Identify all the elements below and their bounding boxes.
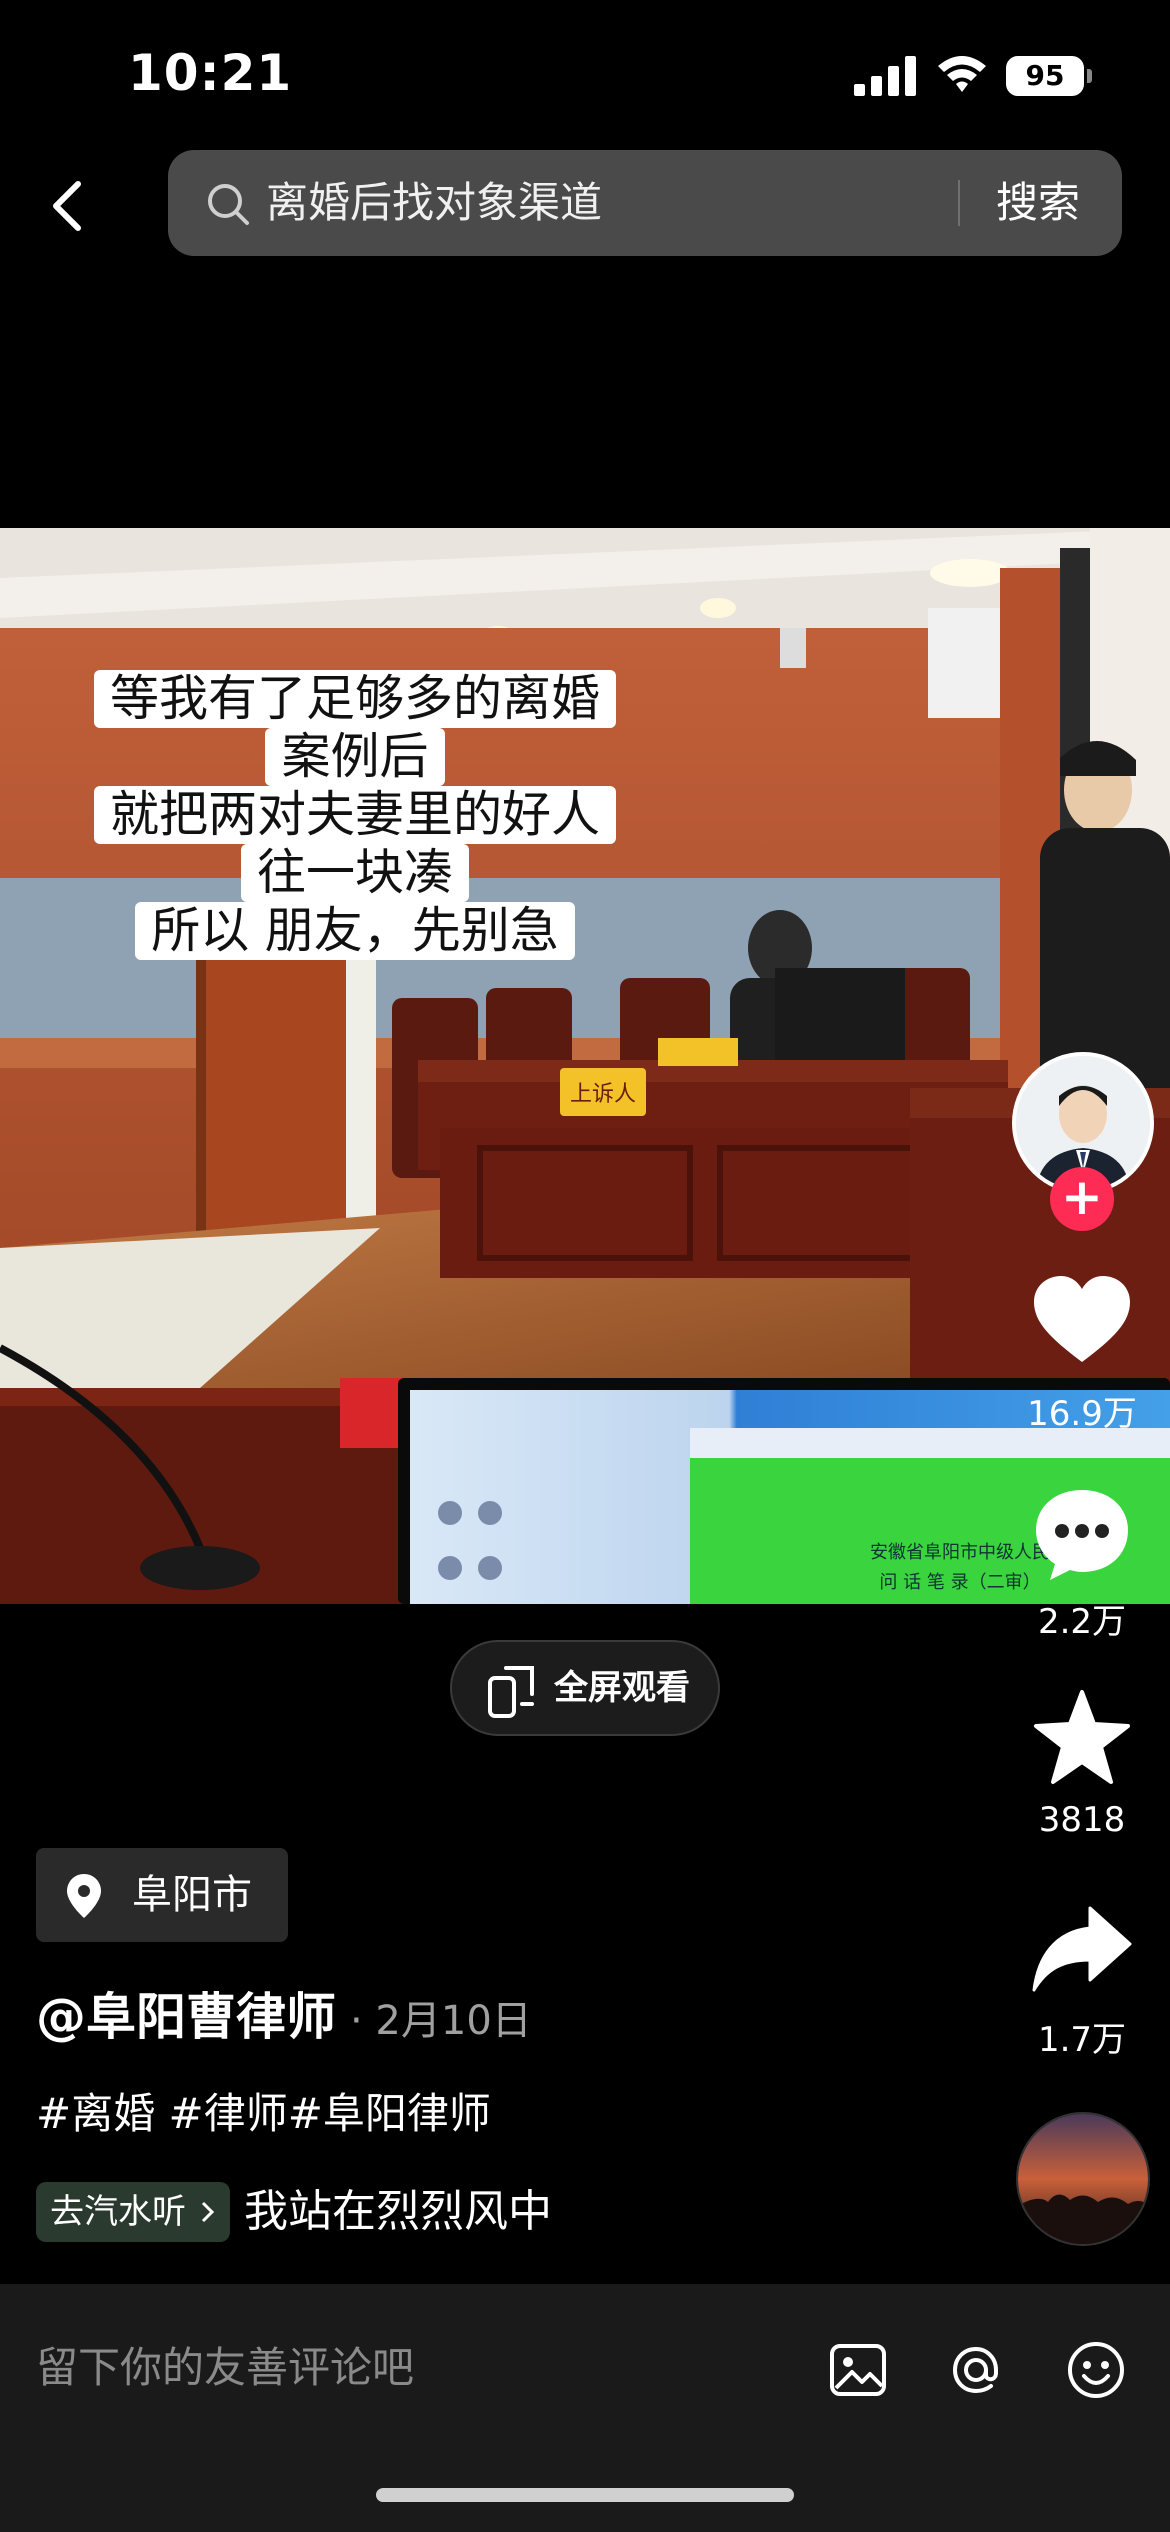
author-name[interactable]: @阜阳曹律师 (36, 1988, 336, 2046)
battery-level: 95 (1006, 56, 1084, 96)
battery-icon: 95 (1006, 56, 1092, 96)
status-time: 10:21 (128, 44, 293, 102)
image-icon[interactable] (826, 2338, 890, 2402)
like-count: 16.9万 (1027, 1394, 1137, 1434)
caption-line: 案例后 (265, 728, 445, 786)
music-title[interactable]: 我站在烈烈风中 (244, 2182, 552, 2242)
fullscreen-icon (488, 1666, 534, 1718)
share-icon[interactable] (1030, 1900, 1134, 2000)
hashtags[interactable]: #离婚 #律师#阜阳律师 (36, 2084, 491, 2144)
favorite-count: 3818 (1038, 1800, 1126, 1840)
video-player[interactable]: 上诉人 安徽省阜阳市中级人民 问 话 笔 录（二审） 等我有了足够多的离婚 案例… (0, 528, 1170, 1604)
emoji-icon[interactable] (1064, 2338, 1128, 2402)
caption-line: 就把两对夫妻里的好人 (93, 786, 616, 844)
search-divider (958, 180, 960, 226)
search-bar[interactable]: 离婚后找对象渠道 搜索 (168, 150, 1122, 256)
chevron-right-icon (201, 2201, 215, 2223)
comment-count: 2.2万 (1037, 1602, 1127, 1642)
caption-line: 所以 朋友，先别急 (135, 902, 575, 960)
appellant-sign: 上诉人 (570, 1082, 636, 1107)
video-caption: 等我有了足够多的离婚 案例后 就把两对夫妻里的好人 往一块凑 所以 朋友，先别急 (0, 670, 710, 960)
author-row: @阜阳曹律师 · 2月10日 (36, 1982, 532, 2052)
fullscreen-button[interactable]: 全屏观看 (450, 1640, 720, 1736)
comment-input[interactable]: 留下你的友善评论吧 (36, 2338, 414, 2398)
music-link-label: 去汽水听 (50, 2192, 186, 2232)
search-input[interactable]: 离婚后找对象渠道 (266, 150, 602, 256)
location-tag[interactable]: 阜阳市 (36, 1848, 288, 1942)
back-icon[interactable] (40, 166, 96, 246)
caption-line: 等我有了足够多的离婚 (93, 670, 616, 728)
music-link-button[interactable]: 去汽水听 (36, 2182, 230, 2242)
status-bar: 10:21 95 (0, 0, 1170, 150)
screen-title: 安徽省阜阳市中级人民 (870, 1542, 1050, 1563)
search-button[interactable]: 搜索 (996, 150, 1080, 256)
wifi-icon (938, 56, 986, 92)
star-icon[interactable] (1030, 1688, 1134, 1788)
home-indicator[interactable] (376, 2488, 794, 2502)
location-pin-icon (67, 1874, 101, 1918)
post-date: · 2月10日 (350, 1998, 532, 2044)
at-icon[interactable] (944, 2338, 1008, 2402)
location-label: 阜阳市 (132, 1872, 252, 1918)
follow-button[interactable]: + (1050, 1167, 1114, 1231)
comment-icon[interactable] (1030, 1484, 1134, 1584)
search-icon (208, 184, 249, 225)
share-count: 1.7万 (1037, 2020, 1127, 2060)
fullscreen-label: 全屏观看 (554, 1668, 690, 1708)
screen-subtitle: 问 话 笔 录（二审） (879, 1572, 1040, 1593)
caption-line: 往一块凑 (240, 844, 469, 902)
music-disc[interactable] (1016, 2112, 1150, 2246)
heart-icon[interactable] (1030, 1272, 1134, 1372)
signal-icon (854, 56, 916, 96)
